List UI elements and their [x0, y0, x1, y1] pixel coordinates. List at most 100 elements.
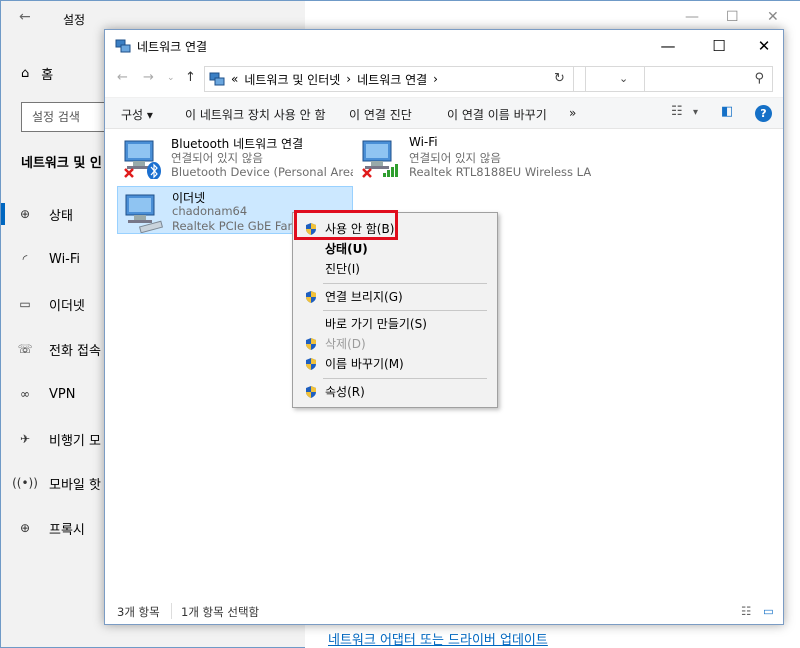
connection-status: 연결되어 있지 않음: [171, 151, 263, 165]
menu-label: 연결 브리지(G): [325, 290, 403, 304]
adapter-update-link[interactable]: 네트워크 어댑터 또는 드라이버 업데이트: [328, 629, 548, 648]
address-bar: ← → ⌄ ↑ « 네트워크 및 인터넷 › 네트워크 연결 › ⌄ ↻ ⚲: [105, 63, 783, 95]
uac-shield-icon: [306, 338, 316, 350]
settings-nav-ethernet[interactable]: ▭ 이더넷: [1, 289, 111, 319]
vpn-icon: ∞: [20, 387, 30, 401]
menu-separator: [323, 378, 487, 379]
nav-label: VPN: [49, 386, 76, 402]
details-view-icon[interactable]: ☷: [741, 604, 751, 618]
command-toolbar: 구성 ▾ 이 네트워크 장치 사용 안 함 이 연결 진단 이 연결 이름 바꾸…: [105, 97, 783, 129]
connection-device: Realtek RTL8188EU Wireless LAN...: [409, 165, 591, 179]
view-options-icon[interactable]: ☷: [671, 104, 683, 119]
nav-label: 전화 접속: [49, 343, 101, 359]
window-title: 네트워크 연결: [137, 40, 208, 54]
menu-label: 속성(R): [325, 385, 365, 399]
maximize-button[interactable]: ☐: [696, 34, 742, 58]
settings-home[interactable]: ⌂ 홈: [21, 64, 53, 83]
menu-separator: [323, 310, 487, 311]
refresh-button[interactable]: ↻: [546, 66, 574, 92]
menu-item-rename[interactable]: 이름 바꾸기(M): [295, 354, 495, 374]
menu-item-delete: 삭제(D): [295, 334, 495, 354]
airplane-icon: ✈: [19, 432, 31, 446]
uac-shield-icon: [306, 386, 316, 398]
menu-item-shortcut[interactable]: 바로 가기 만들기(S): [295, 314, 495, 334]
settings-nav-vpn[interactable]: ∞ VPN: [1, 379, 111, 409]
settings-nav-dialup[interactable]: ☏ 전화 접속: [1, 334, 111, 364]
breadcrumb-separator[interactable]: ›: [346, 72, 351, 86]
highlight-annotation-box: [294, 210, 398, 240]
diagnose-button[interactable]: 이 연결 진단: [349, 106, 412, 123]
menu-label: 상태(U): [325, 242, 368, 256]
network-folder-icon: [115, 39, 131, 53]
status-bar: 3개 항목 1개 항목 선택함 ☷ ▭: [105, 599, 783, 624]
connection-device: Bluetooth Device (Personal Area ...: [171, 165, 353, 179]
up-arrow-icon[interactable]: ↑: [185, 70, 196, 85]
more-commands-button[interactable]: »: [569, 106, 576, 120]
ethernet-network-icon: [125, 194, 164, 233]
nav-label: 프록시: [49, 522, 85, 538]
globe-icon: ⊕: [19, 207, 31, 221]
menu-item-properties[interactable]: 속성(R): [295, 382, 495, 402]
phone-icon: ☏: [17, 342, 33, 356]
organize-button[interactable]: 구성 ▾: [121, 106, 153, 123]
window-titlebar[interactable]: 네트워크 연결 — ☐ ✕: [105, 30, 783, 62]
menu-label: 이름 바꾸기(M): [325, 357, 404, 371]
breadcrumb-overflow[interactable]: «: [231, 72, 238, 86]
nav-label: 이더넷: [49, 298, 85, 314]
settings-section-title: 네트워크 및 인: [21, 156, 102, 171]
home-icon: ⌂: [21, 66, 30, 81]
menu-label: 삭제(D): [325, 337, 366, 351]
search-input[interactable]: ⚲: [585, 66, 773, 92]
uac-shield-icon: [306, 291, 316, 303]
large-icons-view-icon[interactable]: ▭: [763, 604, 774, 618]
close-button[interactable]: ✕: [741, 34, 787, 58]
forward-arrow-icon[interactable]: →: [143, 70, 154, 85]
settings-nav-hotspot[interactable]: ((•)) 모바일 핫: [1, 468, 111, 498]
menu-separator: [323, 283, 487, 284]
item-count: 3개 항목: [117, 605, 160, 619]
connection-status: chadonam64: [172, 204, 248, 218]
hotspot-icon: ((•)): [12, 476, 38, 490]
breadcrumb-separator[interactable]: ›: [433, 72, 438, 86]
nav-label: Wi-Fi: [49, 251, 81, 267]
selection-count: 1개 항목 선택함: [181, 605, 260, 619]
settings-nav-status[interactable]: ⊕ 상태: [1, 199, 111, 229]
breadcrumb-network-connections[interactable]: 네트워크 연결: [357, 71, 427, 88]
context-menu: 사용 안 함(B) 상태(U) 진단(I) 연결 브리지(G) 바로 가기 만들…: [292, 212, 498, 408]
status-separator: [171, 603, 172, 619]
disable-device-button[interactable]: 이 네트워크 장치 사용 안 함: [185, 106, 326, 123]
proxy-globe-icon: ⊕: [19, 521, 31, 535]
connection-bluetooth[interactable]: Bluetooth 네트워크 연결 연결되어 있지 않음 Bluetooth D…: [117, 133, 353, 181]
uac-shield-icon: [306, 358, 316, 370]
connection-wifi[interactable]: Wi-Fi 연결되어 있지 않음 Realtek RTL8188EU Wirel…: [355, 133, 591, 181]
settings-back-button[interactable]: ←: [19, 9, 31, 25]
settings-close-icon[interactable]: ✕: [767, 9, 779, 25]
menu-item-status[interactable]: 상태(U): [295, 239, 495, 259]
back-arrow-icon[interactable]: ←: [117, 70, 128, 85]
ethernet-icon: ▭: [19, 297, 31, 311]
rename-button[interactable]: 이 연결 이름 바꾸기: [447, 106, 547, 123]
path-breadcrumb[interactable]: « 네트워크 및 인터넷 › 네트워크 연결 › ⌄: [204, 66, 645, 92]
settings-nav-wifi[interactable]: ◜ Wi-Fi: [1, 244, 111, 274]
menu-item-bridge[interactable]: 연결 브리지(G): [295, 287, 495, 307]
view-dropdown-icon[interactable]: ▾: [693, 107, 698, 118]
wifi-icon: ◜: [22, 252, 28, 266]
help-icon[interactable]: ?: [755, 105, 772, 122]
nav-label: 모바일 핫: [49, 477, 101, 493]
breadcrumb-network-internet[interactable]: 네트워크 및 인터넷: [244, 71, 340, 88]
nav-label: 상태: [49, 208, 73, 224]
recent-dropdown-icon[interactable]: ⌄: [167, 73, 175, 83]
connection-status: 연결되어 있지 않음: [409, 151, 501, 165]
preview-pane-icon[interactable]: ◧: [721, 104, 733, 119]
minimize-button[interactable]: —: [645, 34, 691, 58]
bluetooth-network-icon: [124, 140, 161, 179]
menu-item-diagnose[interactable]: 진단(I): [295, 259, 495, 279]
nav-label: 비행기 모: [49, 433, 101, 449]
settings-nav-proxy[interactable]: ⊕ 프록시: [1, 513, 111, 543]
network-location-icon: [209, 72, 225, 86]
search-icon: ⚲: [754, 71, 764, 86]
settings-minimize-icon[interactable]: —: [685, 9, 699, 25]
menu-label: 바로 가기 만들기(S): [325, 317, 427, 331]
settings-nav-airplane[interactable]: ✈ 비행기 모: [1, 424, 111, 454]
settings-maximize-icon[interactable]: ☐: [726, 9, 739, 25]
